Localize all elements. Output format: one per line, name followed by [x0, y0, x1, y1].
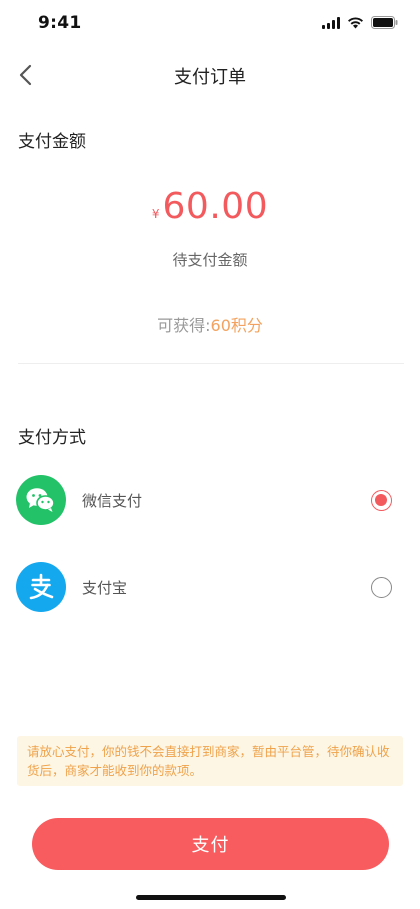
status-icons — [322, 16, 398, 29]
home-indicator — [136, 895, 286, 900]
amount-section-title: 支付金额 — [18, 132, 86, 152]
battery-icon — [371, 16, 398, 29]
radio-alipay[interactable] — [371, 577, 392, 598]
radio-wechat[interactable] — [371, 490, 392, 511]
currency-symbol: ¥ — [151, 207, 160, 221]
pay-button[interactable]: 支付 — [32, 818, 389, 870]
payment-method-label: 支付宝 — [82, 579, 128, 597]
amount-label: 待支付金额 — [172, 251, 248, 269]
page-title: 支付订单 — [174, 67, 246, 88]
divider — [18, 363, 404, 364]
payment-notice: 请放心支付，你的钱不会直接打到商家，暂由平台管，待你确认收货后，商家才能收到你的… — [17, 736, 403, 786]
status-bar: 9:41 — [0, 0, 420, 46]
signal-icon — [322, 16, 340, 29]
points-prefix: 可获得: — [157, 316, 211, 335]
payment-method-label: 微信支付 — [82, 492, 143, 510]
payment-method-wechat[interactable]: 微信支付 — [0, 475, 420, 531]
wifi-icon — [347, 16, 364, 29]
status-time: 9:41 — [38, 13, 82, 33]
alipay-icon — [16, 562, 66, 612]
nav-bar: 支付订单 — [0, 46, 420, 104]
payment-method-alipay[interactable]: 支付宝 — [0, 562, 420, 618]
points-value: 60积分 — [210, 316, 263, 335]
wechat-icon — [16, 475, 66, 525]
payment-section-title: 支付方式 — [18, 428, 86, 448]
points-info: 可获得:60积分 — [0, 312, 420, 336]
amount-value: 60.00 — [162, 186, 269, 227]
amount-display: ¥60.00 — [0, 186, 420, 227]
